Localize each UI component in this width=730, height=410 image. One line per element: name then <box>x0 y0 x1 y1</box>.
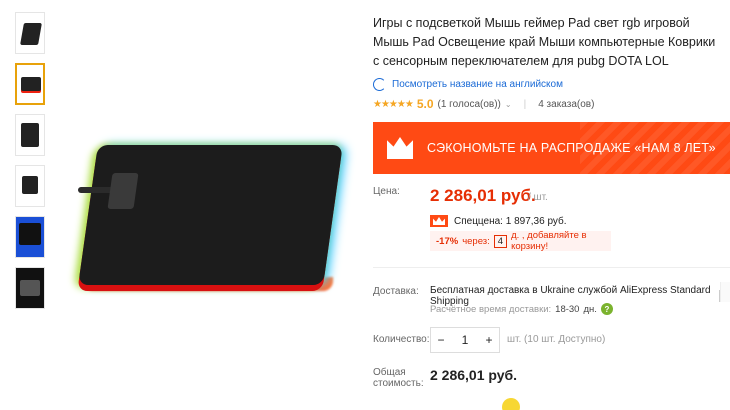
total-label-line-2: стоимость: <box>373 378 424 389</box>
help-icon[interactable]: ? <box>600 303 613 315</box>
thumbnail-4[interactable] <box>15 165 45 207</box>
delivery-time-value: 18-30 <box>555 303 580 315</box>
product-title: Игры с подсветкой Мышь геймер Pad свет r… <box>373 16 716 68</box>
floating-widget-icon[interactable] <box>502 398 520 410</box>
delivery-label: Доставка: <box>373 286 419 297</box>
votes-count[interactable]: (1 голоса(ов)) <box>438 99 501 110</box>
section-divider <box>373 267 730 268</box>
translate-icon <box>373 78 386 91</box>
rating-row: ★★★★★ 5.0 (1 голоса(ов)) ⌄ | 4 заказа(ов… <box>373 97 595 111</box>
chevron-down-icon[interactable]: ⌄ <box>505 100 512 109</box>
total-price: 2 286,01 руб. <box>430 367 518 383</box>
special-price-text: Спеццена: 1 897,36 руб. <box>454 215 567 227</box>
total-label: Общая стоимость: <box>373 367 424 389</box>
quantity-label: Количество: <box>373 334 430 345</box>
usb-hub <box>107 173 139 209</box>
discount-days: 4 <box>493 234 508 248</box>
quantity-value[interactable]: 1 <box>455 333 475 347</box>
star-rating-icon: ★★★★★ <box>373 98 414 110</box>
mouse-pad-surface <box>78 145 343 285</box>
discount-percent: -17% <box>436 235 459 247</box>
thumbnail-1[interactable] <box>15 12 45 54</box>
thumbnail-list <box>15 12 47 318</box>
quantity-availability: шт. (10 шт. Доступно) <box>507 334 606 345</box>
translate-link[interactable]: Посмотреть название на английском <box>373 78 563 91</box>
rating-value: 5.0 <box>416 97 434 111</box>
thumbnail-2-selected[interactable] <box>15 63 45 105</box>
delivery-time: Расчётное время доставки: 18-30 дн. ? <box>430 303 613 315</box>
quantity-stepper[interactable]: − 1 + <box>430 327 500 353</box>
quantity-increase-button[interactable]: + <box>479 333 499 347</box>
delivery-time-label: Расчётное время доставки: <box>430 303 552 315</box>
price-amount: 2 286,01 руб. <box>430 186 536 205</box>
thumbnail-3[interactable] <box>15 114 45 156</box>
discount-notice: -17% через: 4 д. , добавляйте в корзину! <box>430 230 611 252</box>
crown-icon <box>385 137 415 159</box>
thumbnail-5[interactable] <box>15 216 45 258</box>
translate-link-label: Посмотреть название на английском <box>392 79 563 90</box>
sale-banner[interactable]: СЭКОНОМЬТЕ НА РАСПРОДАЖЕ «НАМ 8 ЛЕТ» <box>373 122 730 174</box>
main-product-image[interactable] <box>58 95 358 315</box>
thumbnail-6[interactable] <box>15 267 45 309</box>
crown-badge-icon <box>430 215 448 227</box>
total-label-line-1: Общая <box>373 367 406 378</box>
special-price: Спеццена: 1 897,36 руб. <box>430 215 567 227</box>
discount-prefix: через: <box>462 235 490 247</box>
price-unit: / шт. <box>528 192 548 203</box>
quantity-decrease-button[interactable]: − <box>431 333 451 347</box>
price-label: Цена: <box>373 186 400 197</box>
scroll-edge <box>720 282 730 302</box>
discount-suffix: д. , добавляйте в корзину! <box>511 230 587 252</box>
delivery-time-unit: дн. <box>583 303 597 315</box>
orders-count: 4 заказа(ов) <box>538 98 595 110</box>
